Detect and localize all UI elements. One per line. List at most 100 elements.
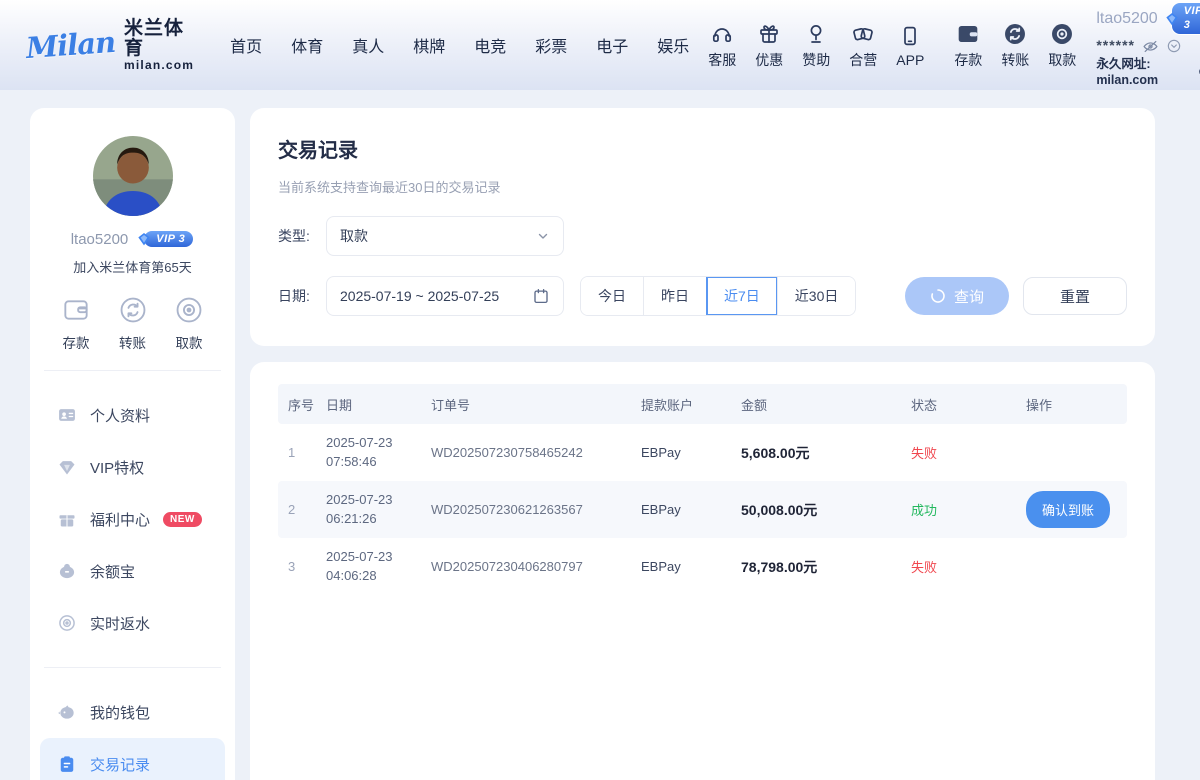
range-30days-button[interactable]: 近30日	[777, 277, 856, 315]
range-7days-button[interactable]: 近7日	[706, 277, 777, 315]
gift-icon	[57, 509, 77, 529]
permanent-url-label: 永久网址: milan.com	[1096, 57, 1193, 88]
sidebar-menu-bottom: 我的钱包 交易记录 投注记录	[30, 686, 235, 780]
type-select[interactable]: 取款	[326, 216, 564, 256]
row-index: 3	[278, 559, 326, 574]
row-time: 06:21:26	[326, 510, 431, 528]
page-content: ltao5200 VIP 3 加入米兰体育第65天 存款	[0, 90, 1200, 780]
promo-label: 优惠	[755, 50, 783, 70]
nav-item-cards[interactable]: 棋牌	[413, 33, 445, 57]
sidebar-item-label: 余额宝	[90, 561, 135, 582]
sidebar-withdraw-action[interactable]: 取款	[173, 294, 205, 352]
sidebar-item-vip[interactable]: VIP特权	[40, 441, 225, 493]
col-order: 订单号	[431, 395, 641, 414]
sidebar-item-benefits[interactable]: 福利中心 NEW	[40, 493, 225, 545]
col-no: 序号	[278, 395, 326, 414]
app-action[interactable]: APP	[896, 23, 924, 68]
withdraw-label: 取款	[1048, 50, 1076, 70]
sidebar-transfer-label: 转账	[119, 332, 146, 352]
table-header: 序号 日期 订单号 提款账户 金额 状态 操作	[278, 384, 1127, 424]
top-header: Milan 米兰体育 milan.com 首页 体育 真人 棋牌 电竞 彩票 电…	[0, 0, 1200, 90]
nav-item-slots[interactable]: 电子	[596, 33, 628, 57]
nav-item-lottery[interactable]: 彩票	[535, 33, 567, 57]
row-date: 2025-07-23	[326, 434, 431, 452]
withdraw-action[interactable]: 取款	[1048, 21, 1076, 70]
app-label: APP	[896, 52, 924, 68]
query-button[interactable]: 查询	[905, 277, 1009, 315]
reset-button[interactable]: 重置	[1023, 277, 1127, 315]
sidebar-divider	[44, 667, 221, 668]
username: ltao5200	[1096, 9, 1157, 29]
nav-item-sports[interactable]: 体育	[291, 33, 323, 57]
tickets-icon	[851, 21, 875, 47]
sidebar-menu-top: 个人资料 VIP特权 福利中心 NEW 余额宝	[30, 389, 235, 649]
joined-days-text: 加入米兰体育第65天	[30, 257, 235, 276]
sidebar-avatar[interactable]	[93, 136, 173, 216]
type-filter-row: 类型: 取款	[278, 216, 1127, 256]
refresh-balance-icon[interactable]	[1166, 38, 1182, 54]
id-card-icon	[57, 405, 77, 425]
sidebar-item-my-wallet[interactable]: 我的钱包	[40, 686, 225, 738]
sidebar-item-transactions[interactable]: 交易记录	[40, 738, 225, 780]
date-range-input[interactable]: 2025-07-19 ~ 2025-07-25	[326, 276, 564, 316]
sponsor-action[interactable]: 赞助	[802, 21, 830, 70]
table-row: 3 2025-07-23 04:06:28 WD2025072304062807…	[278, 538, 1127, 595]
sidebar-deposit-action[interactable]: 存款	[60, 294, 92, 352]
calendar-icon	[532, 287, 550, 305]
nav-item-live[interactable]: 真人	[352, 33, 384, 57]
sidebar-item-yuebao[interactable]: 余额宝	[40, 545, 225, 597]
row-datetime: 2025-07-23 07:58:46	[326, 434, 431, 470]
gem-icon	[57, 457, 77, 477]
row-index: 1	[278, 445, 326, 460]
row-account: EBPay	[641, 559, 741, 574]
deposit-action[interactable]: 存款	[954, 21, 982, 70]
search-icon[interactable]	[1197, 65, 1200, 80]
reset-button-label: 重置	[1060, 286, 1090, 307]
row-index: 2	[278, 502, 326, 517]
promo-action[interactable]: 优惠	[755, 21, 783, 70]
withdraw-outline-icon	[173, 294, 205, 326]
service-label: 客服	[708, 50, 736, 70]
page-subtitle: 当前系统支持查询最近30日的交易记录	[278, 177, 1127, 196]
row-amount: 50,008.00元	[741, 500, 911, 520]
filter-buttons: 查询 重置	[905, 277, 1127, 315]
page-title: 交易记录	[278, 134, 1127, 163]
col-status: 状态	[911, 395, 1026, 414]
row-order-no: WD202507230621263567	[431, 502, 641, 517]
sidebar-item-label: 福利中心	[90, 509, 150, 530]
sidebar-item-rebate[interactable]: 实时返水	[40, 597, 225, 649]
brand-logo[interactable]: Milan 米兰体育 milan.com	[26, 19, 194, 71]
profile-sidebar: ltao5200 VIP 3 加入米兰体育第65天 存款	[30, 108, 235, 780]
nav-item-entertainment[interactable]: 娱乐	[657, 33, 689, 57]
row-account: EBPay	[641, 502, 741, 517]
nav-item-esports[interactable]: 电竞	[474, 33, 506, 57]
range-yesterday-button[interactable]: 昨日	[643, 277, 706, 315]
sidebar-item-label: 交易记录	[90, 754, 150, 775]
col-amount: 金额	[741, 395, 911, 414]
table-row: 2 2025-07-23 06:21:26 WD2025072306212635…	[278, 481, 1127, 538]
col-action: 操作	[1026, 395, 1127, 414]
sidebar-transfer-action[interactable]: 转账	[117, 294, 149, 352]
sidebar-vip-badge: VIP 3	[136, 230, 194, 248]
confirm-received-button[interactable]: 确认到账	[1026, 491, 1110, 528]
transfer-action[interactable]: 转账	[1001, 21, 1029, 70]
row-status: 失败	[911, 557, 1026, 576]
chevron-down-icon	[536, 229, 550, 243]
type-label: 类型:	[278, 226, 326, 246]
new-badge: NEW	[163, 512, 202, 527]
sidebar-item-profile[interactable]: 个人资料	[40, 389, 225, 441]
eye-off-icon[interactable]	[1142, 38, 1159, 55]
nav-item-home[interactable]: 首页	[230, 33, 262, 57]
trophy-icon	[804, 21, 828, 47]
wallet-outline-icon	[60, 294, 92, 326]
clipboard-icon	[57, 754, 77, 774]
date-range-value: 2025-07-19 ~ 2025-07-25	[340, 288, 499, 304]
sidebar-item-label: 实时返水	[90, 613, 150, 634]
range-today-button[interactable]: 今日	[581, 277, 643, 315]
loading-spinner-icon	[930, 288, 946, 304]
service-action[interactable]: 客服	[708, 21, 736, 70]
quick-range-group: 今日 昨日 近7日 近30日	[580, 276, 856, 316]
partner-action[interactable]: 合营	[849, 21, 877, 70]
masked-balance: ******	[1096, 37, 1135, 55]
vip-badge: VIP 3	[1164, 2, 1200, 36]
